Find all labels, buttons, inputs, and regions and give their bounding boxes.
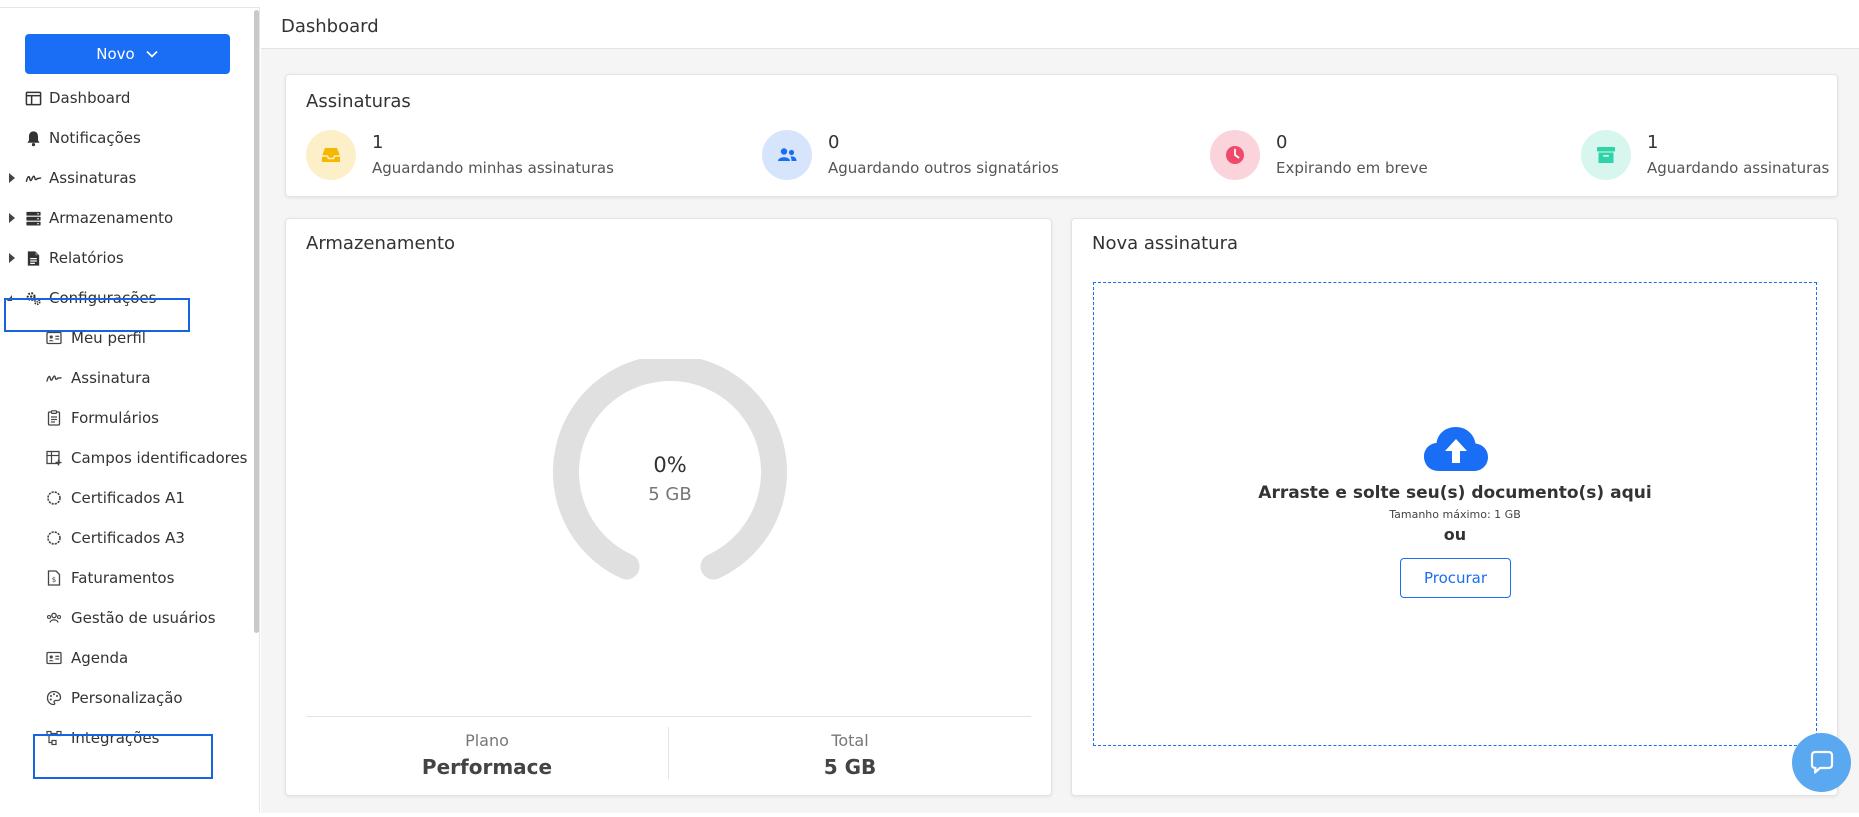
svg-text:$: $ bbox=[52, 576, 56, 584]
certificate-icon bbox=[45, 529, 63, 547]
sidebar-subitem-certificates-a3[interactable]: Certificados A3 bbox=[0, 523, 250, 553]
id-card-icon bbox=[45, 329, 63, 347]
storage-size: 5 GB bbox=[648, 484, 692, 505]
stat-value: 0 bbox=[1276, 132, 1288, 153]
sidebar-item-reports[interactable]: Relatórios bbox=[0, 243, 250, 273]
caret-right-icon bbox=[9, 213, 15, 223]
sidebar-item-signatures[interactable]: Assinaturas bbox=[0, 163, 250, 193]
max-size-text: Tamanho máximo: 1 GB bbox=[1389, 508, 1521, 521]
certificate-icon bbox=[45, 489, 63, 507]
sidebar-item-label: Certificados A1 bbox=[71, 489, 185, 507]
sidebar-item-label: Relatórios bbox=[49, 249, 124, 267]
plan-label: Plano bbox=[465, 731, 509, 750]
clock-icon bbox=[1210, 130, 1260, 180]
stat-value: 1 bbox=[372, 132, 384, 153]
sidebar-item-label: Faturamentos bbox=[71, 569, 175, 587]
bell-icon bbox=[24, 129, 42, 147]
storage-card: Armazenamento 0% 5 GB Plano Performace T… bbox=[285, 218, 1052, 796]
storage-gauge: 0% 5 GB bbox=[550, 355, 790, 599]
sidebar-item-label: Dashboard bbox=[49, 89, 131, 107]
sidebar-item-label: Armazenamento bbox=[49, 209, 174, 227]
page-header: Dashboard bbox=[261, 7, 1859, 49]
total-label: Total bbox=[831, 731, 869, 750]
highlight-integrations bbox=[33, 734, 213, 779]
chat-support-button[interactable] bbox=[1792, 733, 1851, 792]
stat-value: 1 bbox=[1647, 132, 1659, 153]
sidebar-item-dashboard[interactable]: Dashboard bbox=[0, 83, 250, 113]
signature-icon bbox=[24, 169, 42, 187]
sidebar-item-label: Personalização bbox=[71, 689, 183, 707]
sidebar-scrollbar[interactable] bbox=[254, 10, 259, 633]
signature-icon bbox=[45, 369, 63, 387]
sidebar-item-label: Campos identificadores bbox=[71, 449, 248, 467]
storage-title: Armazenamento bbox=[306, 233, 456, 254]
stat-awaiting-others[interactable]: 0 Aguardando outros signatários bbox=[762, 130, 1082, 182]
sidebar-subitem-signature[interactable]: Assinatura bbox=[0, 363, 250, 393]
stat-label: Expirando em breve bbox=[1276, 159, 1428, 177]
sidebar-subitem-personalization[interactable]: Personalização bbox=[0, 683, 250, 713]
sidebar-item-label: Formulários bbox=[71, 409, 159, 427]
sidebar-subitem-user-management[interactable]: Gestão de usuários bbox=[0, 603, 250, 633]
total-column: Total 5 GB bbox=[669, 717, 1031, 787]
sidebar-subitem-certificates-a1[interactable]: Certificados A1 bbox=[0, 483, 250, 513]
sidebar-item-label: Gestão de usuários bbox=[71, 609, 216, 627]
sidebar-item-storage[interactable]: Armazenamento bbox=[0, 203, 250, 233]
signatures-title: Assinaturas bbox=[306, 91, 411, 112]
table-plus-icon bbox=[45, 449, 63, 467]
total-value: 5 GB bbox=[823, 755, 877, 779]
storage-icon bbox=[24, 209, 42, 227]
caret-right-icon bbox=[9, 173, 15, 183]
sidebar-item-label: Certificados A3 bbox=[71, 529, 185, 547]
report-icon bbox=[24, 249, 42, 267]
stat-value: 0 bbox=[828, 132, 840, 153]
gauge-arc bbox=[553, 355, 787, 580]
sidebar-item-label: Assinaturas bbox=[49, 169, 137, 187]
dropzone-text: Arraste e solte seu(s) documento(s) aqui bbox=[1258, 483, 1652, 503]
storage-percent: 0% bbox=[653, 453, 687, 477]
users-icon bbox=[762, 130, 812, 180]
sidebar-subitem-agenda[interactable]: Agenda bbox=[0, 643, 250, 673]
sidebar: Novo Dashboard Notificações Assinaturas … bbox=[0, 7, 260, 813]
sidebar-item-label: Notificações bbox=[49, 129, 141, 147]
main-content: Dashboard Assinaturas 1 Aguardando minha… bbox=[261, 7, 1859, 813]
inbox-icon bbox=[306, 130, 356, 180]
or-text: ou bbox=[1443, 525, 1467, 544]
plan-value: Performace bbox=[421, 755, 553, 779]
stat-awaiting-signatures[interactable]: 1 Aguardando assinaturas bbox=[1581, 130, 1831, 182]
new-signature-title: Nova assinatura bbox=[1092, 233, 1239, 254]
plan-column: Plano Performace bbox=[306, 717, 668, 787]
file-dropzone[interactable]: Arraste e solte seu(s) documento(s) aqui… bbox=[1093, 282, 1817, 746]
new-button-label: Novo bbox=[96, 45, 135, 63]
new-signature-card: Nova assinatura Arraste e solte seu(s) d… bbox=[1071, 218, 1838, 796]
id-card-icon bbox=[45, 649, 63, 667]
new-button[interactable]: Novo bbox=[25, 34, 230, 74]
sidebar-item-label: Meu perfil bbox=[71, 329, 146, 347]
chat-bubble-icon bbox=[1810, 750, 1833, 774]
caret-right-icon bbox=[9, 253, 15, 263]
storage-footer: Plano Performace Total 5 GB bbox=[306, 716, 1031, 786]
sidebar-subitem-identifier-fields[interactable]: Campos identificadores bbox=[0, 443, 250, 473]
stat-awaiting-mine[interactable]: 1 Aguardando minhas assinaturas bbox=[306, 130, 614, 182]
invoice-icon: $ bbox=[45, 569, 63, 587]
sidebar-item-label: Agenda bbox=[71, 649, 129, 667]
stat-expiring-soon[interactable]: 0 Expirando em breve bbox=[1210, 130, 1450, 182]
stat-label: Aguardando outros signatários bbox=[828, 159, 1059, 177]
sidebar-subitem-billing[interactable]: $ Faturamentos bbox=[0, 563, 250, 593]
chevron-down-icon bbox=[146, 50, 158, 58]
users-gear-icon bbox=[45, 609, 63, 627]
stat-label: Aguardando assinaturas bbox=[1647, 159, 1830, 177]
sidebar-item-label: Assinatura bbox=[71, 369, 151, 387]
stat-label: Aguardando minhas assinaturas bbox=[372, 159, 614, 177]
dashboard-icon bbox=[24, 89, 42, 107]
palette-icon bbox=[45, 689, 63, 707]
signatures-card: Assinaturas 1 Aguardando minhas assinatu… bbox=[285, 74, 1838, 197]
browse-button[interactable]: Procurar bbox=[1400, 558, 1511, 598]
cloud-upload-icon bbox=[1424, 427, 1488, 471]
sidebar-item-notifications[interactable]: Notificações bbox=[0, 123, 250, 153]
clipboard-icon bbox=[45, 409, 63, 427]
archive-icon bbox=[1581, 130, 1631, 180]
sidebar-subitem-profile[interactable]: Meu perfil bbox=[0, 323, 250, 353]
sidebar-subitem-forms[interactable]: Formulários bbox=[0, 403, 250, 433]
page-title: Dashboard bbox=[281, 16, 379, 37]
